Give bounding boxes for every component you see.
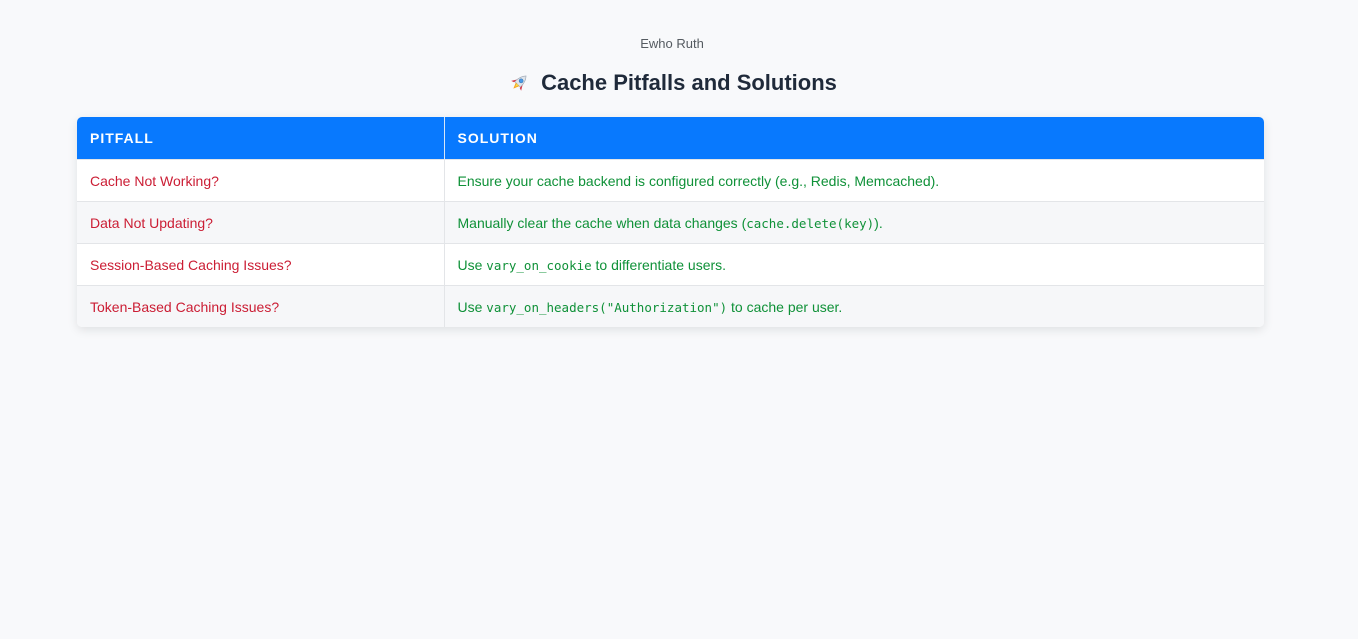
solution-text-suffix: to differentiate users.	[591, 256, 727, 273]
pitfalls-table: PITFALL SOLUTION Cache Not Working? Ensu…	[77, 117, 1264, 327]
solution-text: Use	[457, 298, 487, 315]
author-name: Ewho Ruth	[640, 36, 704, 51]
pitfall-cell: Data Not Updating?	[77, 201, 444, 244]
column-header-pitfall: PITFALL	[77, 117, 444, 160]
pitfall-cell: Session-Based Caching Issues?	[77, 243, 444, 286]
column-header-solution: SOLUTION	[443, 117, 1264, 160]
solution-cell: Use vary_on_headers("Authorization") to …	[443, 285, 1264, 327]
solution-text: Ensure your cache backend is configured …	[457, 172, 940, 189]
table-row: Session-Based Caching Issues? Use vary_o…	[77, 243, 1264, 286]
solution-text-suffix: to cache per user.	[727, 298, 843, 315]
solution-text-suffix: ).	[874, 214, 883, 231]
table-row: Token-Based Caching Issues? Use vary_on_…	[77, 285, 1264, 327]
pitfall-cell: Token-Based Caching Issues?	[77, 285, 444, 327]
table-header-row: PITFALL SOLUTION	[77, 117, 1264, 160]
solution-text: Use	[457, 256, 487, 273]
solution-text: Manually clear the cache when data chang…	[457, 214, 747, 231]
solution-cell: Use vary_on_cookie to differentiate user…	[443, 243, 1264, 286]
solution-code: vary_on_headers("Authorization")	[486, 299, 728, 315]
rocket-icon	[507, 71, 531, 95]
page-title: Cache Pitfalls and Solutions	[0, 70, 1344, 96]
page-title-text: Cache Pitfalls and Solutions	[541, 70, 837, 95]
solution-code: cache.delete(key)	[746, 215, 875, 231]
solution-cell: Ensure your cache backend is configured …	[443, 159, 1264, 202]
pitfall-cell: Cache Not Working?	[77, 159, 444, 202]
solution-cell: Manually clear the cache when data chang…	[443, 201, 1264, 244]
table-row: Data Not Updating? Manually clear the ca…	[77, 201, 1264, 244]
table-row: Cache Not Working? Ensure your cache bac…	[77, 159, 1264, 202]
solution-code: vary_on_cookie	[486, 257, 592, 273]
